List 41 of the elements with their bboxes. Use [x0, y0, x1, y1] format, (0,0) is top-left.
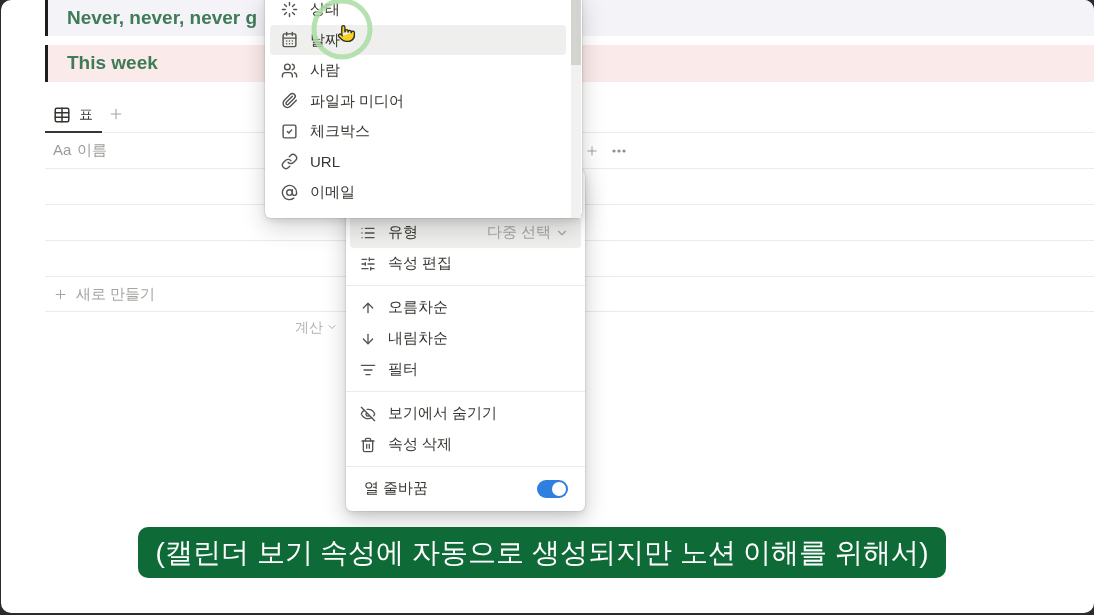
menu-item[interactable]: 오름차순 [350, 292, 581, 323]
scrollbar[interactable] [571, 0, 581, 218]
menu-item[interactable]: 보기에서 숨기기 [350, 398, 581, 429]
sliders-icon [360, 255, 376, 272]
scrollbar-thumb[interactable] [571, 0, 581, 65]
title-type-icon: Aa [53, 139, 72, 162]
plus-icon [585, 143, 599, 158]
menu-item[interactable]: URL [270, 146, 566, 177]
view-tab[interactable]: 표 [45, 98, 102, 133]
type-value: 다중 선택 [486, 222, 551, 243]
subtitle-caption: (캘린더 보기 속성에 자동으로 생성되지만 노션 이해를 위해서) [138, 527, 946, 578]
click-ring-icon [311, 0, 373, 60]
toggle-switch[interactable] [537, 479, 568, 498]
menu-item[interactable]: 파일과 미디어 [270, 85, 566, 116]
callout-text: This week [67, 51, 158, 76]
table-icon [53, 105, 71, 124]
menu-item[interactable]: 속성 편집 [350, 248, 581, 279]
trash-icon [360, 436, 376, 453]
toggle-label: 열 줄바꿈 [364, 478, 429, 499]
plus-icon [53, 286, 68, 302]
menu-item[interactable]: 날짜 [270, 24, 566, 55]
add-property-button[interactable] [585, 143, 599, 158]
spinner-icon [281, 0, 298, 18]
paperclip-icon [281, 92, 298, 110]
menu-item[interactable]: 필터 [350, 354, 581, 385]
menu-item[interactable]: 속성 삭제 [350, 429, 581, 460]
link-icon [281, 153, 298, 171]
callout-text: Never, never, never g [67, 5, 258, 30]
at-sign-icon [281, 183, 298, 201]
calendar-icon [281, 31, 298, 49]
more-icon [612, 148, 626, 153]
checkbox-icon [281, 122, 298, 140]
more-button[interactable] [612, 148, 626, 153]
menu-item[interactable]: 상태 [270, 0, 566, 25]
menu-item[interactable]: 체크박스 [270, 116, 566, 147]
people-icon [281, 61, 298, 79]
menu-item[interactable]: 내림차순 [350, 323, 581, 354]
eye-off-icon [360, 405, 376, 422]
menu-item[interactable]: 사람 [270, 55, 566, 86]
menu-item[interactable]: 이메일 [270, 177, 566, 208]
menu-item[interactable]: 유형 다중 선택 [350, 217, 581, 248]
